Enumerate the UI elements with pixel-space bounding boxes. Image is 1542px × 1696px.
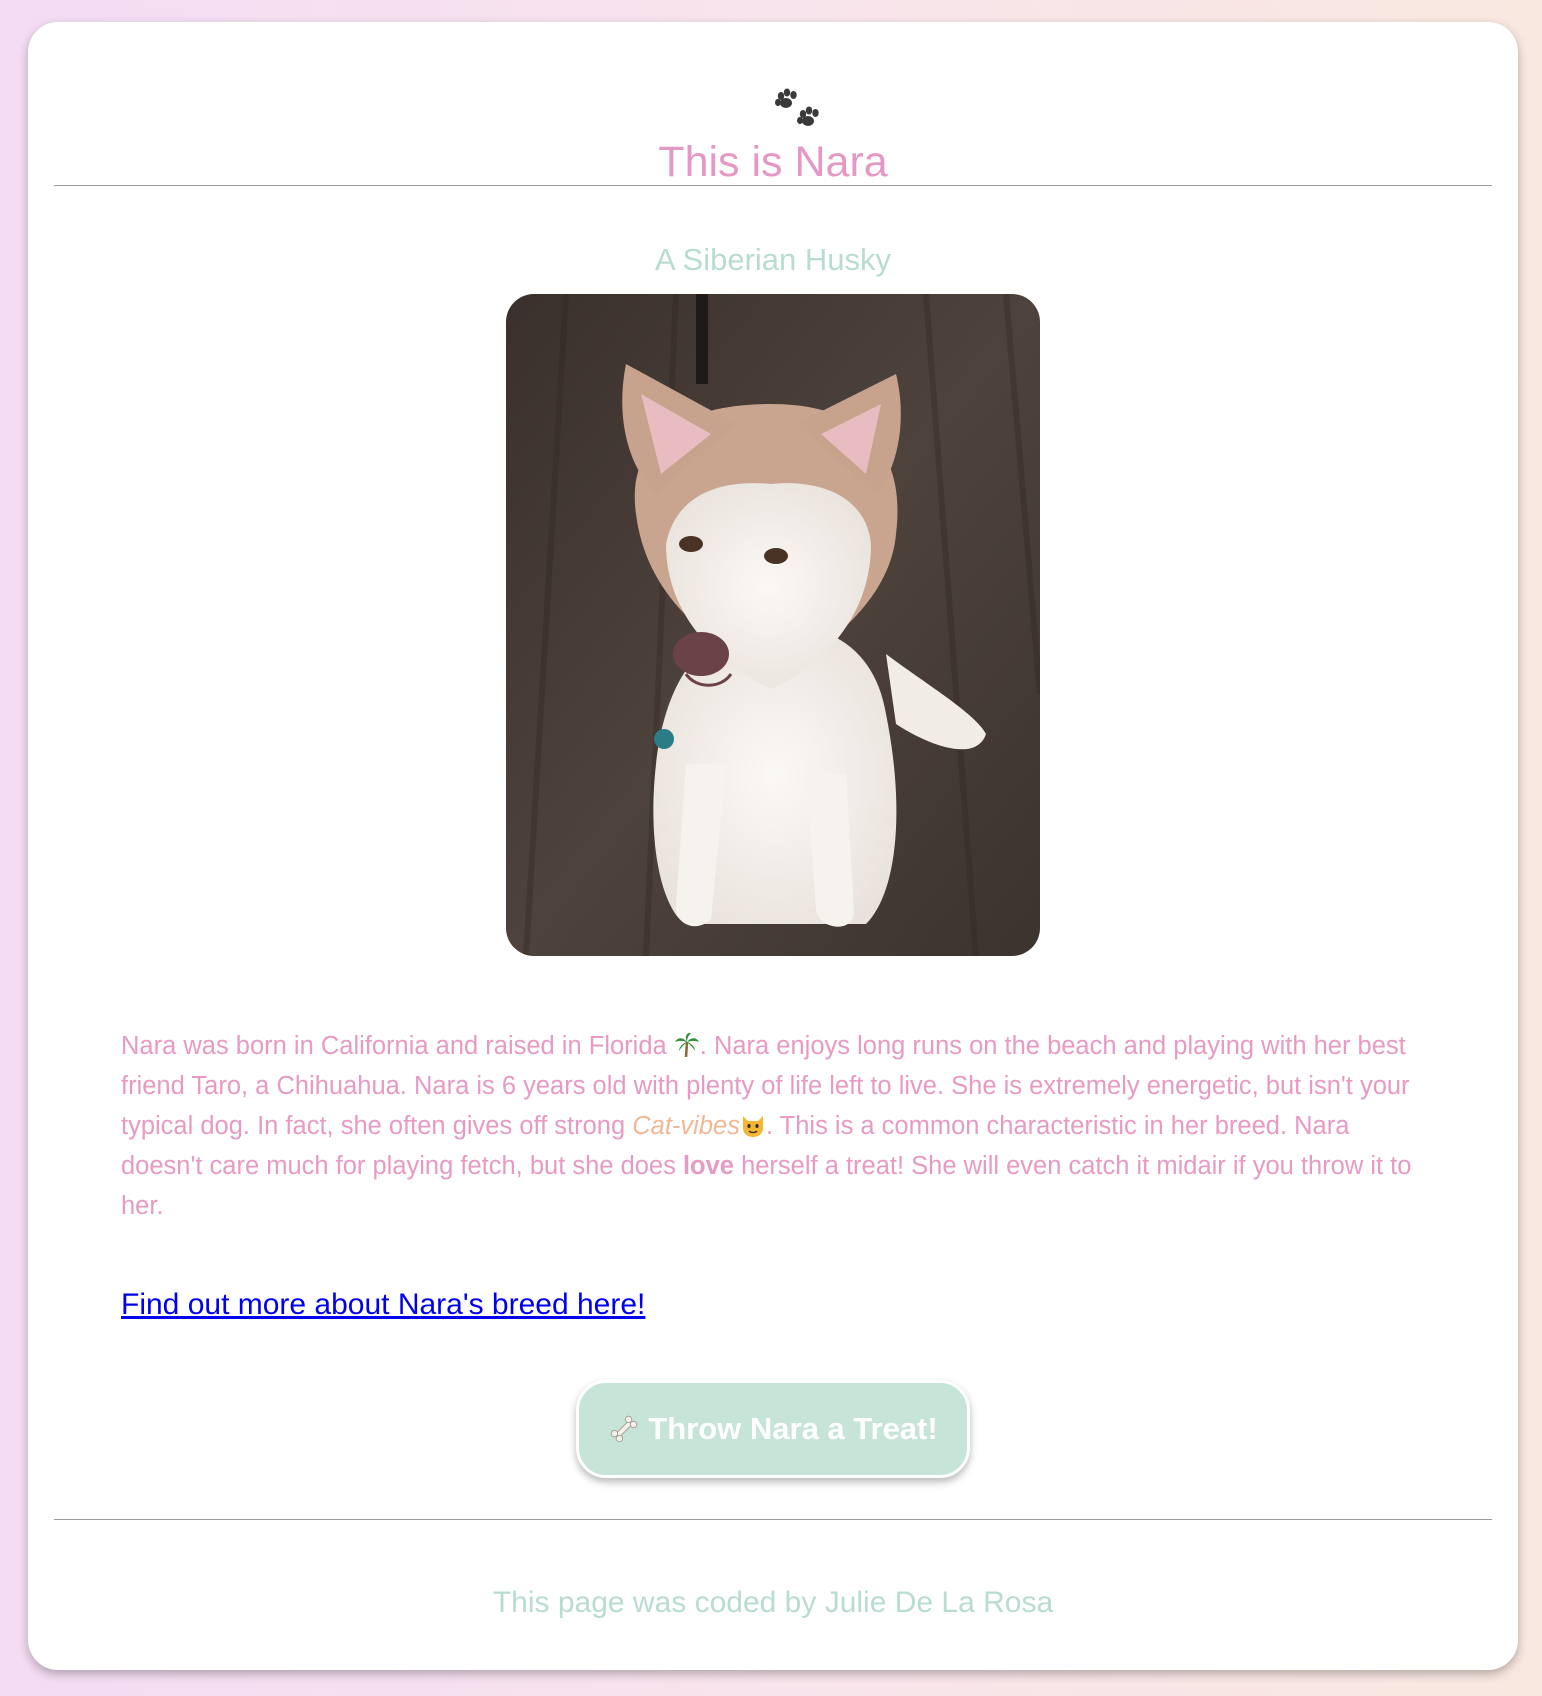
cat-face-icon — [742, 1116, 763, 1137]
throw-treat-button[interactable]: Throw Nara a Treat! — [576, 1380, 970, 1478]
top-divider — [54, 185, 1492, 186]
palm-tree-icon — [674, 1032, 699, 1058]
love-emphasis: love — [682, 1152, 734, 1180]
bottom-divider — [54, 1519, 1492, 1520]
page-subtitle: A Siberian Husky — [654, 242, 892, 277]
breed-info-link[interactable]: Find out more about Nara's breed here! — [121, 1288, 645, 1322]
throw-treat-label: Throw Nara a Treat! — [648, 1411, 938, 1446]
profile-card: This is Nara A Siberian Husky Nara was b… — [28, 22, 1518, 1670]
footer-credit: This page was coded by Julie De La Rosa — [492, 1586, 1054, 1619]
bone-icon — [611, 1415, 638, 1443]
paw-prints-icon — [775, 88, 819, 126]
cat-vibes-text: Cat-vibes — [632, 1112, 740, 1140]
description-paragraph: Nara was born in California and raised i… — [121, 1026, 1431, 1226]
dog-photo — [506, 294, 1040, 956]
description-text: Nara was born in California and raised i… — [121, 1032, 674, 1060]
page-title: This is Nara — [658, 138, 888, 186]
